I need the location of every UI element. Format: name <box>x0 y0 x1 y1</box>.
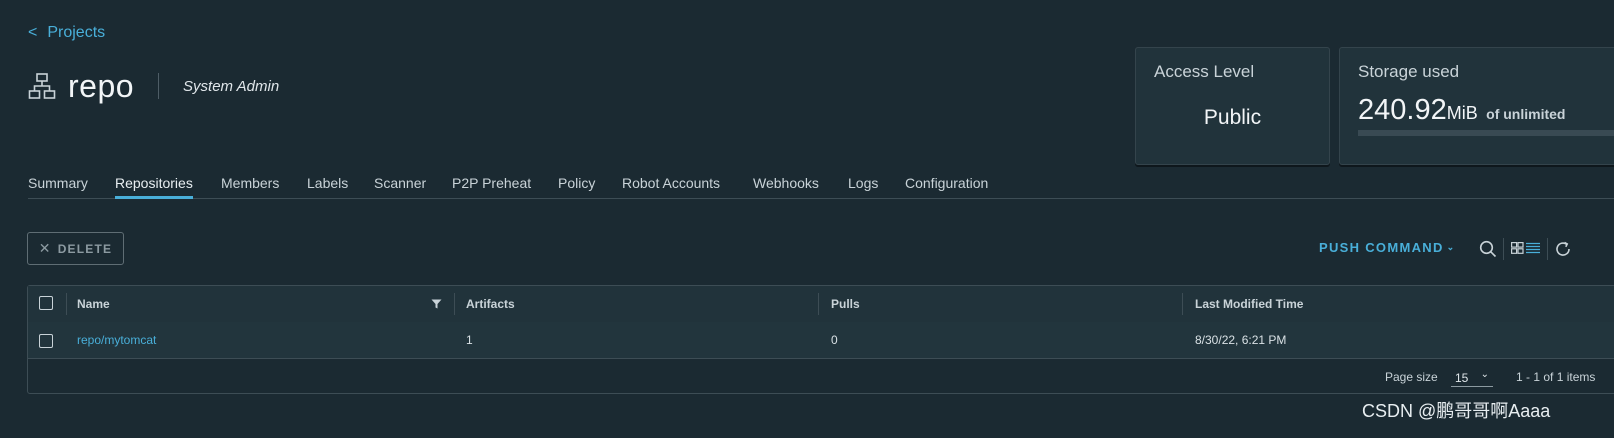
toolbar-divider <box>1503 238 1504 260</box>
push-command-dropdown[interactable]: PUSH COMMAND ⌄ <box>1319 240 1456 255</box>
access-level-value: Public <box>1203 106 1262 129</box>
tab-summary[interactable]: Summary <box>28 175 88 191</box>
filter-icon[interactable] <box>431 299 442 309</box>
tab-labels[interactable]: Labels <box>307 175 348 191</box>
column-header-pulls[interactable]: Pulls <box>831 297 860 311</box>
tab-members[interactable]: Members <box>221 175 279 191</box>
project-tabs: Summary Repositories Members Labels Scan… <box>28 172 1614 199</box>
storage-used-value: 240.92MiB of unlimited <box>1358 94 1565 127</box>
tab-policy[interactable]: Policy <box>558 175 595 191</box>
page-title: repo <box>68 67 135 104</box>
row-checkbox[interactable] <box>39 334 53 348</box>
tab-p2p-preheat[interactable]: P2P Preheat <box>452 175 531 191</box>
project-title-row: repo System Admin <box>28 66 279 106</box>
close-icon: ✕ <box>38 240 52 256</box>
repository-name-link[interactable]: repo/mytomcat <box>77 333 156 347</box>
column-separator <box>1182 293 1183 315</box>
chevron-left-icon: < <box>28 24 38 41</box>
page-size-value: 15 <box>1455 371 1469 385</box>
column-header-name[interactable]: Name <box>77 297 110 311</box>
storage-amount: 240.92 <box>1358 94 1447 126</box>
toolbar-divider-2 <box>1547 238 1548 260</box>
page-size-select[interactable]: 15 ⌄ <box>1451 367 1493 387</box>
column-header-last-modified[interactable]: Last Modified Time <box>1195 297 1303 311</box>
last-modified-time: 8/30/22, 6:21 PM <box>1195 333 1287 347</box>
tab-logs[interactable]: Logs <box>848 175 878 191</box>
pulls-count: 0 <box>831 333 838 347</box>
view-toggle-icon[interactable] <box>1511 242 1541 254</box>
repositories-table: Name Artifacts Pulls Last Modified Time … <box>27 285 1614 394</box>
storage-progress-bar <box>1358 130 1614 136</box>
back-link-label: Projects <box>47 24 106 41</box>
column-separator <box>66 293 67 315</box>
tab-webhooks[interactable]: Webhooks <box>753 175 819 191</box>
chevron-down-icon: ⌄ <box>1480 369 1489 380</box>
storage-limit-text: of unlimited <box>1486 106 1566 122</box>
storage-used-title: Storage used <box>1358 62 1460 81</box>
column-separator <box>454 293 455 315</box>
push-command-label: PUSH COMMAND <box>1319 240 1444 255</box>
access-level-title: Access Level <box>1154 62 1255 81</box>
refresh-icon[interactable] <box>1554 240 1572 258</box>
page-size-label: Page size <box>1385 370 1438 384</box>
artifacts-count: 1 <box>466 333 473 347</box>
pagination-range: 1 - 1 of 1 items <box>1516 370 1596 384</box>
table-row[interactable]: repo/mytomcat 1 0 8/30/22, 6:21 PM <box>28 322 1614 359</box>
search-icon[interactable] <box>1479 240 1497 258</box>
column-separator <box>818 293 819 315</box>
chevron-down-icon: ⌄ <box>1446 242 1456 252</box>
title-divider <box>158 73 160 99</box>
project-detail-page: < Projects repo System Admin Access Level… <box>0 0 1614 438</box>
storage-used-card: Storage used 240.92MiB of unlimited <box>1339 47 1614 165</box>
storage-unit: MiB <box>1446 103 1478 123</box>
watermark-text: CSDN @鹏哥哥啊Aaaa <box>1362 401 1551 421</box>
select-all-checkbox[interactable] <box>39 296 53 310</box>
project-tree-icon <box>28 73 56 99</box>
tab-scanner[interactable]: Scanner <box>374 175 426 191</box>
delete-button[interactable]: ✕ DELETE <box>27 232 124 265</box>
delete-button-label: DELETE <box>57 241 113 256</box>
table-header: Name Artifacts Pulls Last Modified Time <box>28 286 1614 323</box>
back-to-projects-link[interactable]: < Projects <box>28 24 105 42</box>
access-level-card: Access Level Public <box>1135 47 1330 165</box>
tab-configuration[interactable]: Configuration <box>905 175 988 191</box>
tab-robot-accounts[interactable]: Robot Accounts <box>622 175 720 191</box>
column-header-artifacts[interactable]: Artifacts <box>466 297 515 311</box>
table-footer: Page size 15 ⌄ 1 - 1 of 1 items <box>28 359 1614 395</box>
user-role-label: System Admin <box>183 77 280 95</box>
tab-repositories[interactable]: Repositories <box>115 175 193 199</box>
